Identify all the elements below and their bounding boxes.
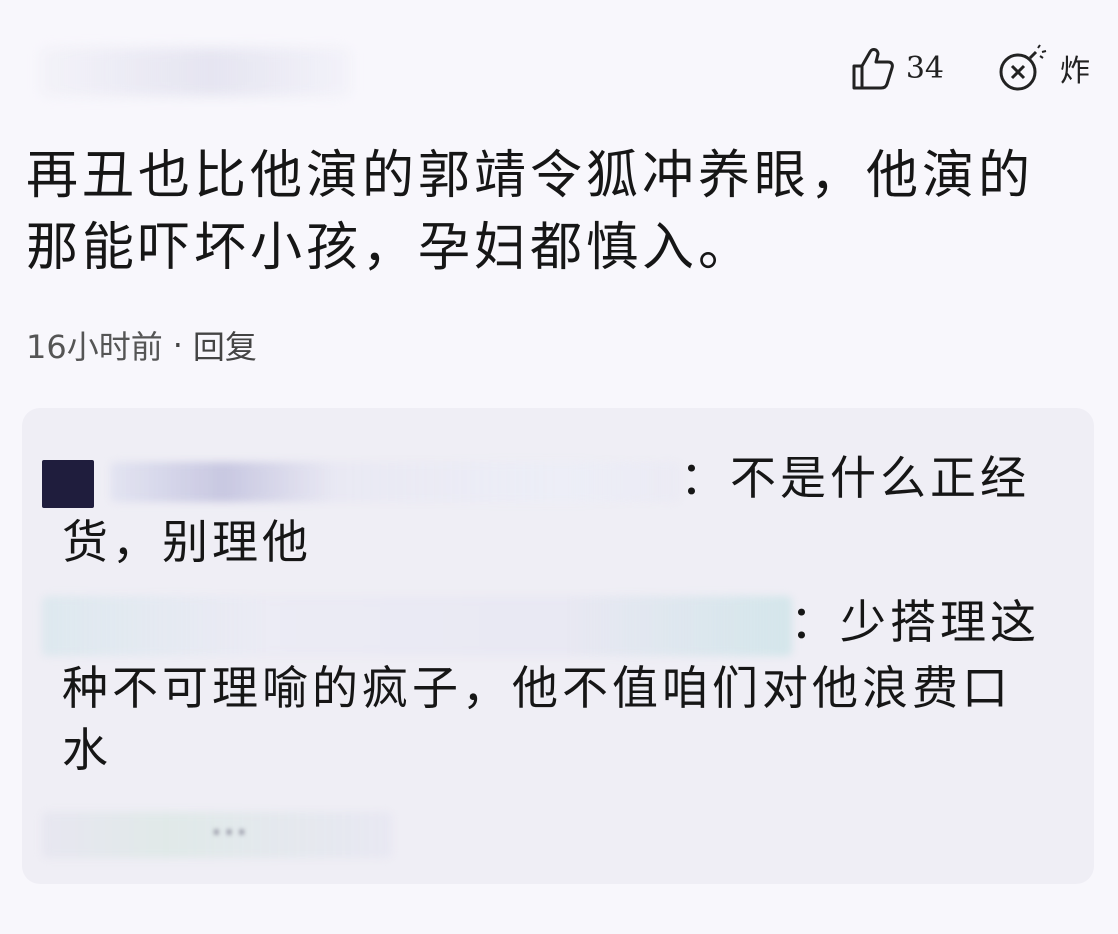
reply-text: ：少搭理这 [790, 595, 1040, 649]
comment-card: 34 炸 再丑也比他演的郭靖令狐冲养眼，他演的 那能吓坏小孩，孕妇都慎入。 16… [0, 0, 1118, 934]
timestamp: 16小时前 [26, 328, 163, 366]
thumbs-up-icon [848, 44, 896, 92]
avatar[interactable] [42, 460, 94, 508]
bomb-button[interactable]: 炸 [996, 44, 1090, 92]
reply-text: 种不可理喻的疯子，他不值咱们对他浪费口 [62, 661, 1012, 715]
comment-line: 那能吓坏小孩，孕妇都慎入。 [26, 218, 755, 278]
reply-button[interactable]: 回复 [193, 322, 257, 368]
bomb-label: 炸 [1060, 54, 1090, 89]
comment-actions: 34 炸 [848, 44, 1090, 92]
comment-meta: 16小时前 · 回复 [26, 322, 257, 368]
like-count: 34 [905, 50, 944, 86]
comment-line: 再丑也比他演的郭靖令狐冲养眼，他演的 [26, 146, 1035, 206]
bomb-icon [996, 44, 1050, 92]
reply-text: 货，别理他 [62, 515, 312, 569]
reply-text: ：不是什么正经 [680, 451, 1030, 505]
blurred-username [42, 596, 792, 656]
like-button[interactable]: 34 [848, 44, 944, 92]
blurred-username [110, 462, 680, 502]
meta-separator: · [172, 326, 183, 364]
comment-body: 再丑也比他演的郭靖令狐冲养眼，他演的 那能吓坏小孩，孕妇都慎入。 [26, 140, 1096, 284]
blurred-username [40, 48, 350, 96]
reply-text: 水 [62, 723, 112, 777]
more-replies-link[interactable]: ··· [210, 810, 248, 856]
